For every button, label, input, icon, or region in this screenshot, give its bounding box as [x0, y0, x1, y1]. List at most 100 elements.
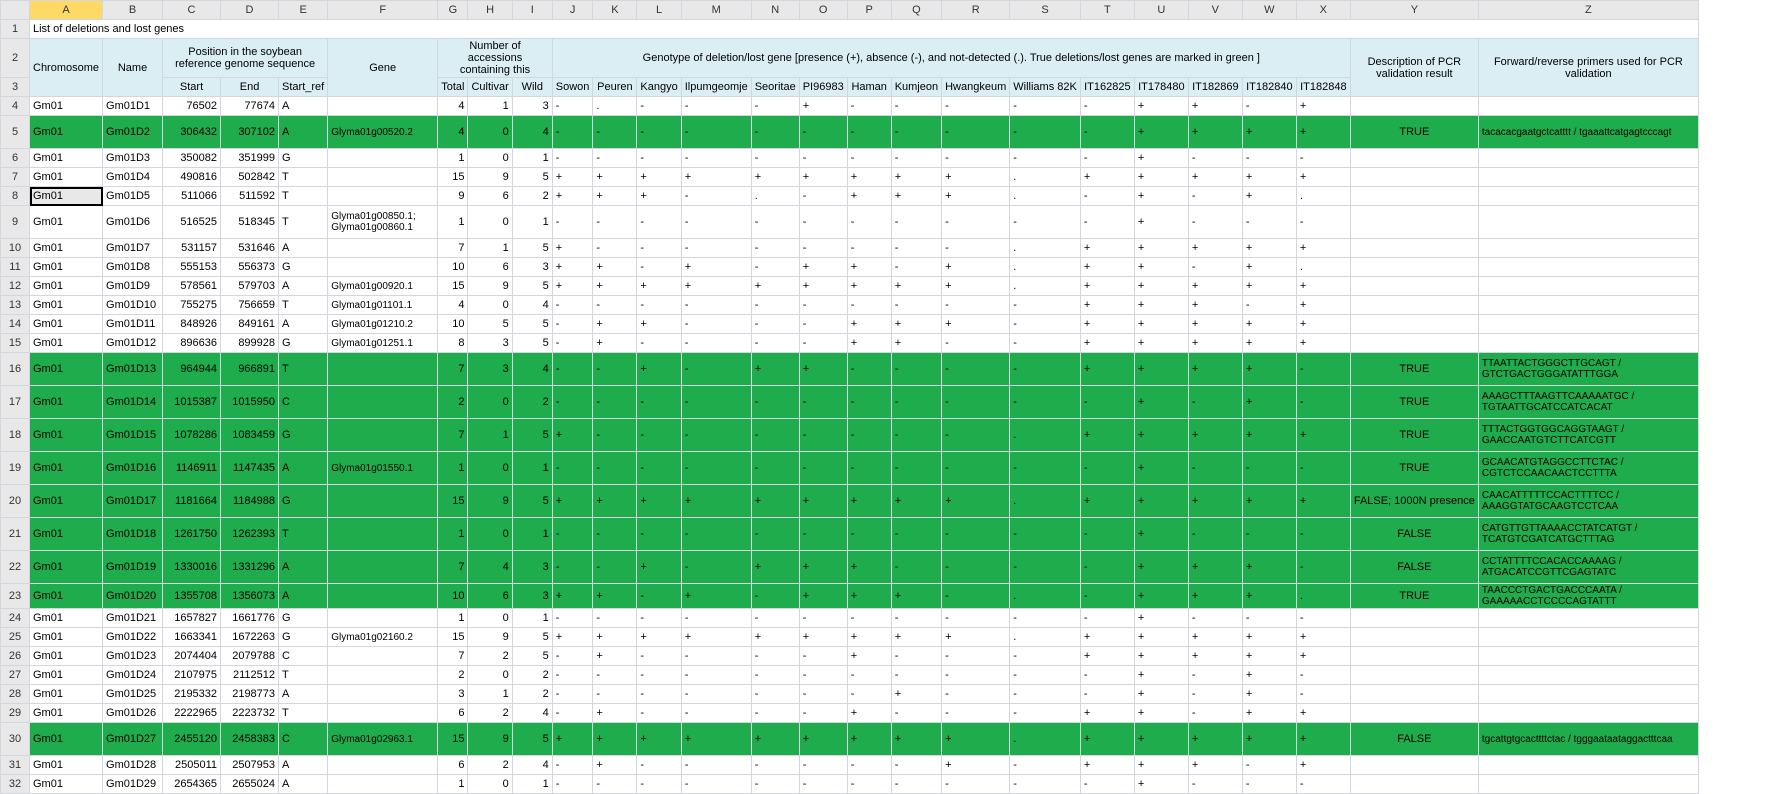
cell-W8[interactable]: + [1242, 187, 1296, 206]
cell-C29[interactable]: 2222965 [163, 704, 221, 723]
cell-F30[interactable]: Glyma01g02963.1 [328, 723, 438, 756]
cell-M28[interactable]: - [681, 685, 751, 704]
cell-W20[interactable]: + [1242, 485, 1296, 518]
cell-F24[interactable] [328, 609, 438, 628]
cell-L11[interactable]: - [637, 258, 681, 277]
cell-T15[interactable]: + [1080, 334, 1134, 353]
cell-T16[interactable]: + [1080, 353, 1134, 386]
cell-E10[interactable]: A [279, 239, 328, 258]
data-row[interactable]: 28Gm01Gm01D2521953322198773A312-------+-… [1, 685, 1699, 704]
cell-P6[interactable]: - [847, 149, 891, 168]
cell-J16[interactable]: - [552, 353, 593, 386]
cell-U22[interactable]: + [1134, 551, 1188, 584]
cell-W26[interactable]: + [1242, 647, 1296, 666]
cell-I16[interactable]: 4 [512, 353, 552, 386]
cell-Q10[interactable]: - [891, 239, 941, 258]
cell-D9[interactable]: 518345 [221, 206, 279, 239]
cell-V4[interactable]: + [1188, 97, 1242, 116]
cell-S11[interactable]: . [1010, 258, 1081, 277]
cell-F25[interactable]: Glyma01g02160.2 [328, 628, 438, 647]
cell-N26[interactable]: - [751, 647, 799, 666]
cell-J12[interactable]: + [552, 277, 593, 296]
cell-Q24[interactable]: - [891, 609, 941, 628]
cell-F5[interactable]: Glyma01g00520.2 [328, 116, 438, 149]
cell-U10[interactable]: + [1134, 239, 1188, 258]
cell-J29[interactable]: - [552, 704, 593, 723]
cell-A24[interactable]: Gm01 [30, 609, 103, 628]
cell-S31[interactable]: - [1010, 756, 1081, 775]
row-head[interactable]: 21 [1, 518, 30, 551]
cell-T31[interactable]: + [1080, 756, 1134, 775]
cell-T30[interactable]: + [1080, 723, 1134, 756]
cell-K15[interactable]: + [593, 334, 637, 353]
cell-R14[interactable]: + [942, 315, 1010, 334]
data-row[interactable]: 11Gm01Gm01D8555153556373G1063++-+-++-+.+… [1, 258, 1699, 277]
cell-I19[interactable]: 1 [512, 452, 552, 485]
cell-C9[interactable]: 516525 [163, 206, 221, 239]
data-row[interactable]: 27Gm01Gm01D2421079752112512T202---------… [1, 666, 1699, 685]
cell-J17[interactable]: - [552, 386, 593, 419]
cell-D20[interactable]: 1184988 [221, 485, 279, 518]
cell-B30[interactable]: Gm01D27 [103, 723, 163, 756]
cell-D11[interactable]: 556373 [221, 258, 279, 277]
cell-S8[interactable]: . [1010, 187, 1081, 206]
cell-Y4[interactable] [1350, 97, 1478, 116]
cell-K13[interactable]: - [593, 296, 637, 315]
cell-A21[interactable]: Gm01 [30, 518, 103, 551]
cell-K14[interactable]: + [593, 315, 637, 334]
cell-W11[interactable]: + [1242, 258, 1296, 277]
row-head[interactable]: 2 [1, 39, 30, 78]
cell-T7[interactable]: + [1080, 168, 1134, 187]
cell-W15[interactable]: + [1242, 334, 1296, 353]
cell-X32[interactable]: - [1296, 775, 1350, 794]
cell-C13[interactable]: 755275 [163, 296, 221, 315]
cell-N17[interactable]: - [751, 386, 799, 419]
cell-B17[interactable]: Gm01D14 [103, 386, 163, 419]
cell-C26[interactable]: 2074404 [163, 647, 221, 666]
cell-H17[interactable]: 0 [468, 386, 512, 419]
cell-Z25[interactable] [1478, 628, 1698, 647]
cell-S26[interactable]: - [1010, 647, 1081, 666]
cell-G7[interactable]: 15 [438, 168, 468, 187]
cell-U30[interactable]: + [1134, 723, 1188, 756]
cell-S21[interactable]: - [1010, 518, 1081, 551]
cell-Z7[interactable] [1478, 168, 1698, 187]
cell-C30[interactable]: 2455120 [163, 723, 221, 756]
cell-G5[interactable]: 4 [438, 116, 468, 149]
cell-P4[interactable]: - [847, 97, 891, 116]
column-header-row[interactable]: ABCDEFGHIJKLMNOPQRSTUVWXYZ [1, 1, 1699, 20]
cell-P5[interactable]: - [847, 116, 891, 149]
cell-Y24[interactable] [1350, 609, 1478, 628]
cell-I18[interactable]: 5 [512, 419, 552, 452]
cell-M25[interactable]: + [681, 628, 751, 647]
cell-P10[interactable]: - [847, 239, 891, 258]
cell-X10[interactable]: + [1296, 239, 1350, 258]
cell-X9[interactable]: - [1296, 206, 1350, 239]
data-row[interactable]: 8Gm01Gm01D5511066511592T962+++-.-+++.-+-… [1, 187, 1699, 206]
cell-I15[interactable]: 5 [512, 334, 552, 353]
cell-S5[interactable]: - [1010, 116, 1081, 149]
row-head[interactable]: 32 [1, 775, 30, 794]
cell-Z12[interactable] [1478, 277, 1698, 296]
cell-F12[interactable]: Glyma01g00920.1 [328, 277, 438, 296]
cell-W30[interactable]: + [1242, 723, 1296, 756]
row-head[interactable]: 30 [1, 723, 30, 756]
cell-C24[interactable]: 1657827 [163, 609, 221, 628]
cell-P26[interactable]: + [847, 647, 891, 666]
cell-N15[interactable]: - [751, 334, 799, 353]
cell-Q23[interactable]: + [891, 584, 941, 609]
cell-J20[interactable]: + [552, 485, 593, 518]
cell-C23[interactable]: 1355708 [163, 584, 221, 609]
cell-C8[interactable]: 511066 [163, 187, 221, 206]
cell-G16[interactable]: 7 [438, 353, 468, 386]
cell-J30[interactable]: + [552, 723, 593, 756]
cell-B16[interactable]: Gm01D13 [103, 353, 163, 386]
col-head-S[interactable]: S [1010, 1, 1081, 20]
cell-B28[interactable]: Gm01D25 [103, 685, 163, 704]
cell-W14[interactable]: + [1242, 315, 1296, 334]
cell-K8[interactable]: + [593, 187, 637, 206]
cell-O14[interactable]: - [799, 315, 847, 334]
cell-N25[interactable]: + [751, 628, 799, 647]
cell-B6[interactable]: Gm01D3 [103, 149, 163, 168]
cell-M9[interactable]: - [681, 206, 751, 239]
